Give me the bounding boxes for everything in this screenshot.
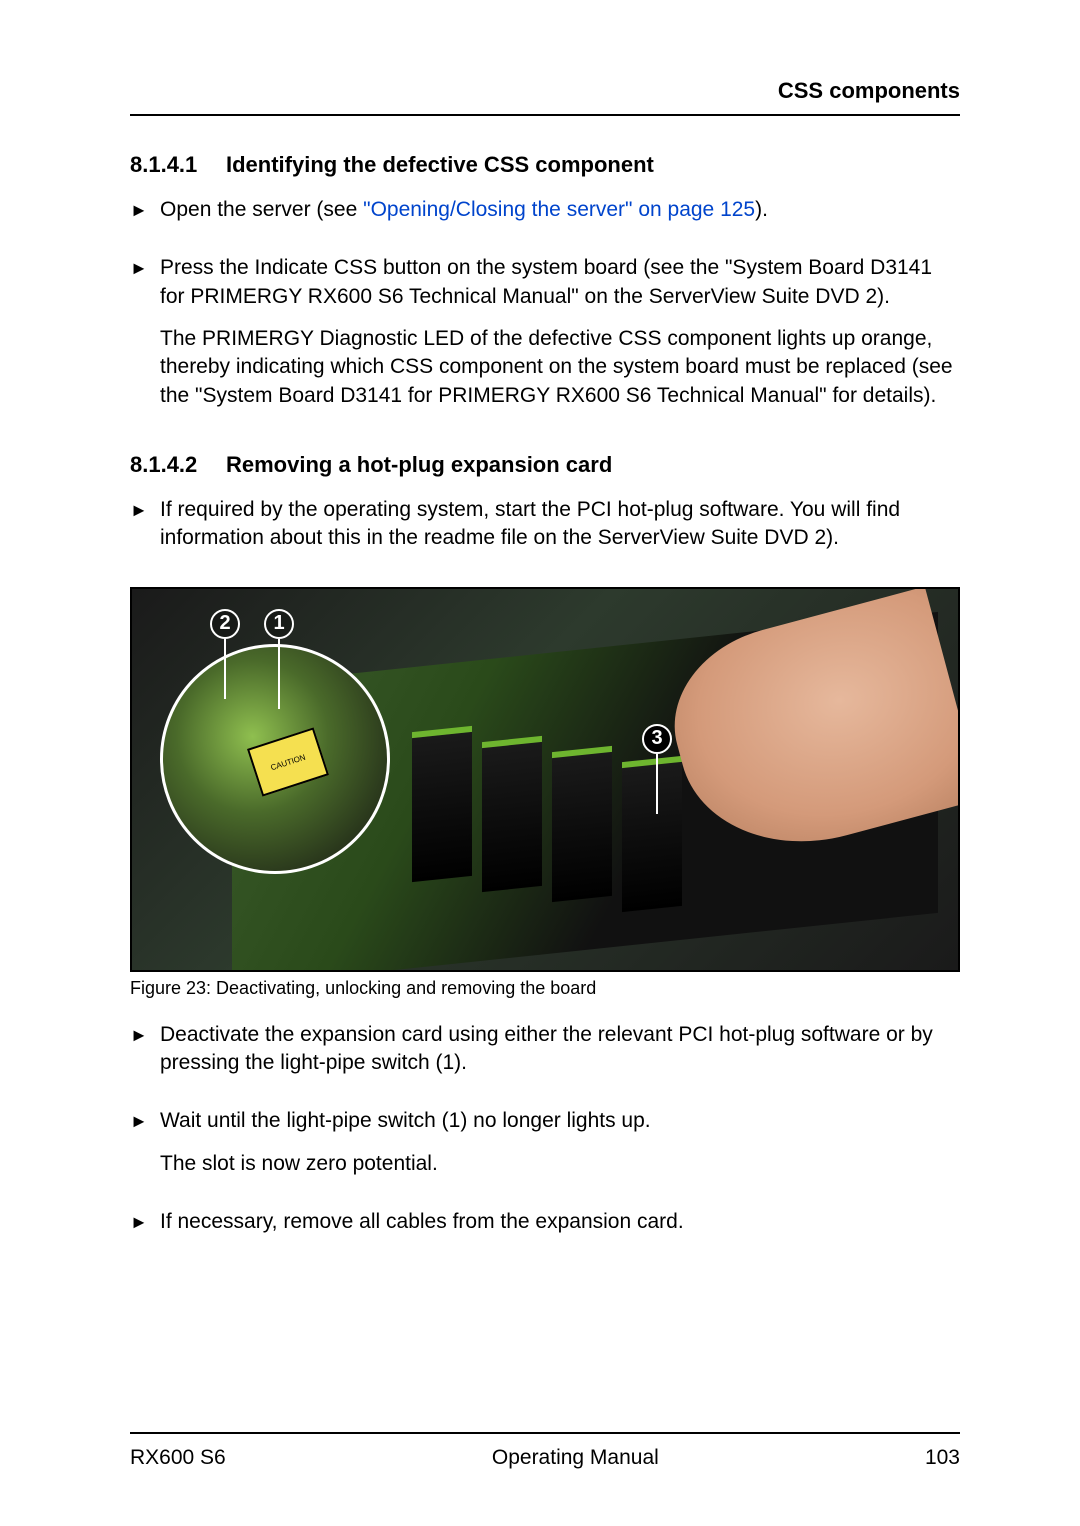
step-marker-icon: ► xyxy=(130,1107,160,1133)
step-text: Wait until the light-pipe switch (1) no … xyxy=(160,1107,960,1135)
step-item: ► Wait until the light-pipe switch (1) n… xyxy=(130,1107,960,1192)
step-marker-icon: ► xyxy=(130,1021,160,1047)
page-header-section: CSS components xyxy=(130,78,960,114)
footer-rule xyxy=(130,1432,960,1434)
callout-2: 2 xyxy=(210,609,240,639)
step-marker-icon: ► xyxy=(130,496,160,522)
step-text: If necessary, remove all cables from the… xyxy=(160,1208,960,1236)
step-text: ). xyxy=(755,198,768,221)
page-footer: RX600 S6 Operating Manual 103 xyxy=(130,1432,960,1470)
header-rule xyxy=(130,114,960,116)
callout-leader xyxy=(656,754,658,814)
figure-image: CAUTION 2 1 3 xyxy=(130,587,960,972)
section-title-2: Removing a hot-plug expansion card xyxy=(226,452,612,477)
step-marker-icon: ► xyxy=(130,1208,160,1234)
callout-leader xyxy=(224,639,226,699)
zoom-detail-circle: CAUTION xyxy=(160,644,390,874)
callout-3: 3 xyxy=(642,724,672,754)
step-text: Press the Indicate CSS button on the sys… xyxy=(160,254,960,311)
step-item: ► Open the server (see "Opening/Closing … xyxy=(130,196,960,238)
callout-leader xyxy=(278,639,280,709)
step-item: ► Deactivate the expansion card using ei… xyxy=(130,1021,960,1092)
section-heading-1: 8.1.4.1Identifying the defective CSS com… xyxy=(130,152,960,178)
section-heading-2: 8.1.4.2Removing a hot-plug expansion car… xyxy=(130,452,960,478)
step-text: Deactivate the expansion card using eith… xyxy=(160,1021,960,1078)
pci-slot-illustration xyxy=(412,726,472,882)
figure-caption: Figure 23: Deactivating, unlocking and r… xyxy=(130,978,960,999)
pci-slot-illustration xyxy=(622,756,682,912)
step-text: If required by the operating system, sta… xyxy=(160,496,960,553)
step-text: Open the server (see xyxy=(160,198,363,221)
footer-page-number: 103 xyxy=(925,1446,960,1470)
section-number-1: 8.1.4.1 xyxy=(130,152,226,178)
step-item: ► If necessary, remove all cables from t… xyxy=(130,1208,960,1250)
callout-1: 1 xyxy=(264,609,294,639)
step-text: The slot is now zero potential. xyxy=(160,1150,960,1178)
caution-label-illustration: CAUTION xyxy=(247,727,329,796)
footer-doc-title: Operating Manual xyxy=(492,1446,659,1470)
step-item: ► Press the Indicate CSS button on the s… xyxy=(130,254,960,424)
cross-reference-link[interactable]: "Opening/Closing the server" on page 125 xyxy=(363,198,755,221)
pci-slot-illustration xyxy=(552,746,612,902)
step-text: The PRIMERGY Diagnostic LED of the defec… xyxy=(160,325,960,410)
pci-slot-illustration xyxy=(482,736,542,892)
section-title-1: Identifying the defective CSS component xyxy=(226,152,654,177)
step-item: ► If required by the operating system, s… xyxy=(130,496,960,567)
step-marker-icon: ► xyxy=(130,254,160,280)
footer-model: RX600 S6 xyxy=(130,1446,226,1470)
step-marker-icon: ► xyxy=(130,196,160,222)
section-number-2: 8.1.4.2 xyxy=(130,452,226,478)
